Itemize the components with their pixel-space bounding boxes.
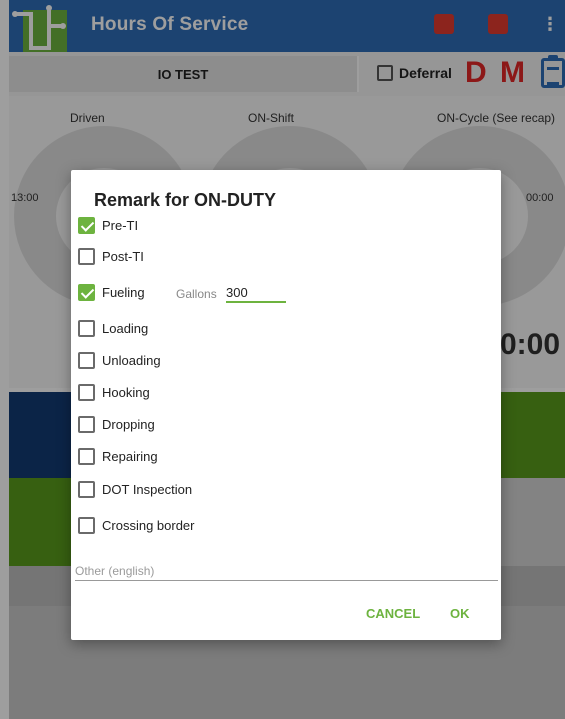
ok-button[interactable]: OK xyxy=(450,606,470,621)
option-label: Unloading xyxy=(102,353,161,368)
checkbox-dot-inspection[interactable] xyxy=(78,481,95,498)
checkbox-loading[interactable] xyxy=(78,320,95,337)
cancel-button[interactable]: CANCEL xyxy=(366,606,420,621)
option-label: Dropping xyxy=(102,417,155,432)
option-label: Crossing border xyxy=(102,518,195,533)
option-label: DOT Inspection xyxy=(102,482,193,497)
checkbox-fueling[interactable] xyxy=(78,284,95,301)
gallons-input[interactable] xyxy=(226,283,286,303)
option-label: Post-TI xyxy=(102,249,144,264)
option-label: Repairing xyxy=(102,449,158,464)
option-label: Pre-TI xyxy=(102,218,139,233)
checkbox-dropping[interactable] xyxy=(78,416,95,433)
option-label: Hooking xyxy=(102,385,150,400)
other-remark-input[interactable] xyxy=(75,561,498,581)
checkbox-post-ti[interactable] xyxy=(78,248,95,265)
gallons-label: Gallons xyxy=(176,287,217,301)
remark-dialog: Remark for ON-DUTY Pre-TI Post-TI Fuelin… xyxy=(71,170,501,640)
option-label: Fueling xyxy=(102,285,145,300)
checkbox-crossing-border[interactable] xyxy=(78,517,95,534)
checkbox-repairing[interactable] xyxy=(78,448,95,465)
checkbox-hooking[interactable] xyxy=(78,384,95,401)
checkbox-unloading[interactable] xyxy=(78,352,95,369)
dialog-title: Remark for ON-DUTY xyxy=(94,190,277,210)
checkbox-pre-ti[interactable] xyxy=(78,217,95,234)
option-label: Loading xyxy=(102,321,149,336)
